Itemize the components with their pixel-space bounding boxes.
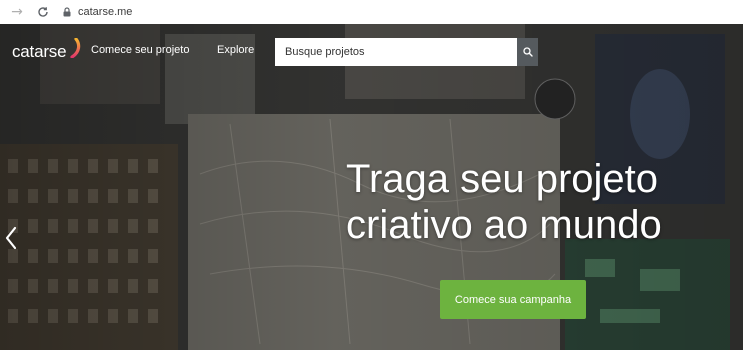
hero-headline: Traga seu projeto criativo ao mundo bbox=[346, 156, 662, 248]
address-bar[interactable]: catarse.me bbox=[62, 6, 132, 18]
search-bar bbox=[275, 38, 538, 66]
search-input[interactable] bbox=[275, 38, 517, 66]
logo-mark-icon bbox=[70, 38, 81, 58]
search-icon bbox=[522, 47, 533, 57]
site-header: catarse Comece seu projeto Explore bbox=[0, 24, 743, 84]
url-text: catarse.me bbox=[78, 6, 133, 18]
reload-glyph bbox=[38, 7, 48, 17]
nav-explore-link[interactable]: Explore bbox=[217, 44, 254, 56]
hero-section: catarse Comece seu projeto Explore Busqu… bbox=[0, 24, 743, 350]
start-campaign-button[interactable]: Comece sua campanha bbox=[440, 280, 586, 319]
back-arrow-icon[interactable]: → bbox=[8, 3, 26, 21]
chevron-left-icon bbox=[5, 226, 17, 250]
carousel-prev-button[interactable] bbox=[4, 224, 18, 252]
reload-icon[interactable] bbox=[34, 3, 52, 21]
headline-line-1: Traga seu projeto bbox=[346, 157, 659, 201]
nav-start-project-link[interactable]: Comece seu projeto bbox=[91, 44, 189, 56]
headline-line-2: criativo ao mundo bbox=[346, 203, 662, 247]
search-button[interactable] bbox=[517, 38, 538, 66]
lock-icon bbox=[63, 7, 71, 17]
browser-toolbar: → catarse.me bbox=[0, 0, 743, 25]
logo-text: catarse bbox=[12, 42, 67, 61]
catarse-logo[interactable]: catarse bbox=[12, 38, 82, 62]
